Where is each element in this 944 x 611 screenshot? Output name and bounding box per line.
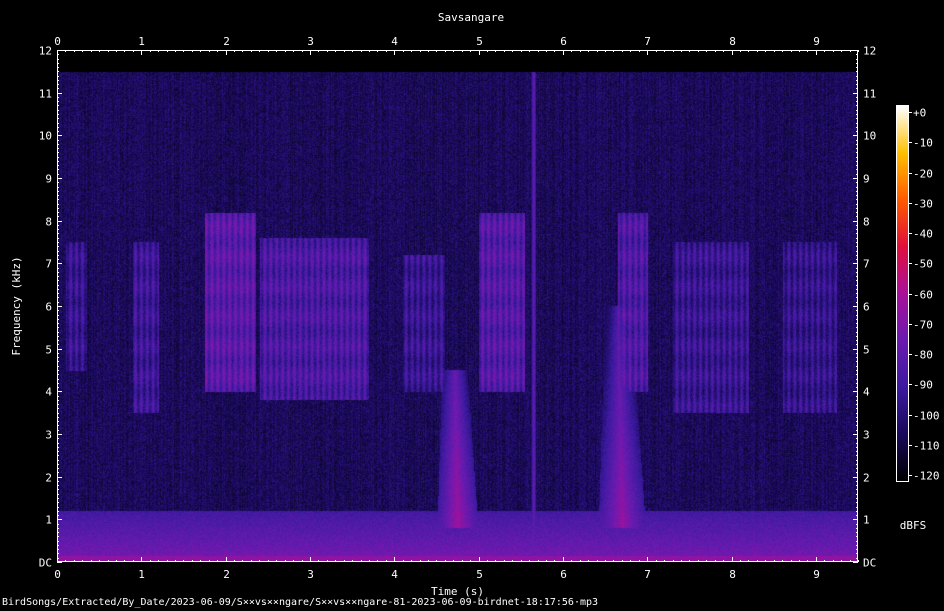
x-tick-label-top: 4 xyxy=(391,35,398,48)
y-tick-label-left: 11 xyxy=(39,88,52,101)
y-tick-label-left: 12 xyxy=(39,45,52,58)
x-tick-label-top: 8 xyxy=(729,35,736,48)
chart-title: Savsangare xyxy=(438,11,504,24)
x-tick-label-top: 3 xyxy=(307,35,314,48)
y-tick-label-left: 4 xyxy=(45,386,52,399)
y-tick-label-left: 9 xyxy=(45,173,52,186)
y-tick-label-right: 5 xyxy=(863,344,870,357)
x-tick-label-bottom: 3 xyxy=(307,568,314,581)
x-tick-label-bottom: 0 xyxy=(54,568,61,581)
y-tick-label-left: 8 xyxy=(45,216,52,229)
y-tick-label-right: 11 xyxy=(863,88,876,101)
colorbar-tick-label: -110 xyxy=(913,440,940,453)
y-tick-label-left: 2 xyxy=(45,472,52,485)
x-tick-label-bottom: 1 xyxy=(138,568,145,581)
x-tick-label-bottom: 7 xyxy=(644,568,651,581)
x-tick-label-top: 2 xyxy=(223,35,230,48)
x-tick-label-top: 5 xyxy=(476,35,483,48)
x-tick-label-bottom: 8 xyxy=(729,568,736,581)
colorbar-tick-label: -20 xyxy=(913,168,933,181)
colorbar-ticks: +0 -10 -20 -30 -40 -50 -60 -70 -80 -90 -100 -110 -12… xyxy=(908,107,940,483)
colorbar-tick-label: -60 xyxy=(913,289,933,302)
y-tick-label-right: 6 xyxy=(863,301,870,314)
x-tick-label-top: 6 xyxy=(560,35,567,48)
y-tick-label-left: DC xyxy=(39,557,52,570)
y-tick-label-left: 7 xyxy=(45,258,52,271)
y-tick-label-right: 9 xyxy=(863,173,870,186)
colorbar-tick-label: -50 xyxy=(913,258,933,271)
colorbar-tick-label: -80 xyxy=(913,349,933,362)
colorbar-label: dBFS xyxy=(900,519,927,532)
colorbar-tick-label: -30 xyxy=(913,198,933,211)
y-axis-label: Frequency (kHz) xyxy=(10,256,23,355)
y-tick-label-left: 10 xyxy=(39,130,52,143)
y-tick-label-left: 6 xyxy=(45,301,52,314)
y-tick-label-right: 3 xyxy=(863,429,870,442)
y-tick-label-right: 12 xyxy=(863,45,876,58)
x-tick-label-top: 0 xyxy=(54,35,61,48)
colorbar-tick-label: -120 xyxy=(913,470,940,483)
y-tick-label-right: DC xyxy=(863,557,876,570)
x-tick-label-top: 9 xyxy=(813,35,820,48)
x-tick-label-bottom: 5 xyxy=(476,568,483,581)
colorbar-tick-label: -100 xyxy=(913,410,940,423)
y-tick-label-right: 8 xyxy=(863,216,870,229)
colorbar-tick-label: +0 xyxy=(913,107,926,120)
y-tick-label-right: 2 xyxy=(863,472,870,485)
colorbar xyxy=(897,106,908,481)
y-tick-label-left: 3 xyxy=(45,429,52,442)
colorbar-tick-label: -10 xyxy=(913,137,933,150)
x-tick-label-top: 7 xyxy=(644,35,651,48)
file-path: BirdSongs/Extracted/By_Date/2023-06-09/S… xyxy=(2,597,599,608)
x-tick-label-bottom: 4 xyxy=(391,568,398,581)
y-tick-label-left: 1 xyxy=(45,514,52,527)
y-tick-label-right: 10 xyxy=(863,130,876,143)
y-tick-label-right: 1 xyxy=(863,514,870,527)
x-tick-label-bottom: 6 xyxy=(560,568,567,581)
y-tick-label-left: 5 xyxy=(45,344,52,357)
spectrogram-heatmap xyxy=(57,50,858,562)
y-tick-label-right: 7 xyxy=(863,258,870,271)
spectrogram-chart: Savsangare 00112233445566778899 DC DC1 12 2… xyxy=(10,11,940,598)
colorbar-tick-label: -40 xyxy=(913,228,933,241)
y-tick-label-right: 4 xyxy=(863,386,870,399)
x-tick-label-bottom: 9 xyxy=(813,568,820,581)
colorbar-tick-label: -90 xyxy=(913,379,933,392)
x-tick-label-top: 1 xyxy=(138,35,145,48)
colorbar-tick-label: -70 xyxy=(913,319,933,332)
x-tick-label-bottom: 2 xyxy=(223,568,230,581)
